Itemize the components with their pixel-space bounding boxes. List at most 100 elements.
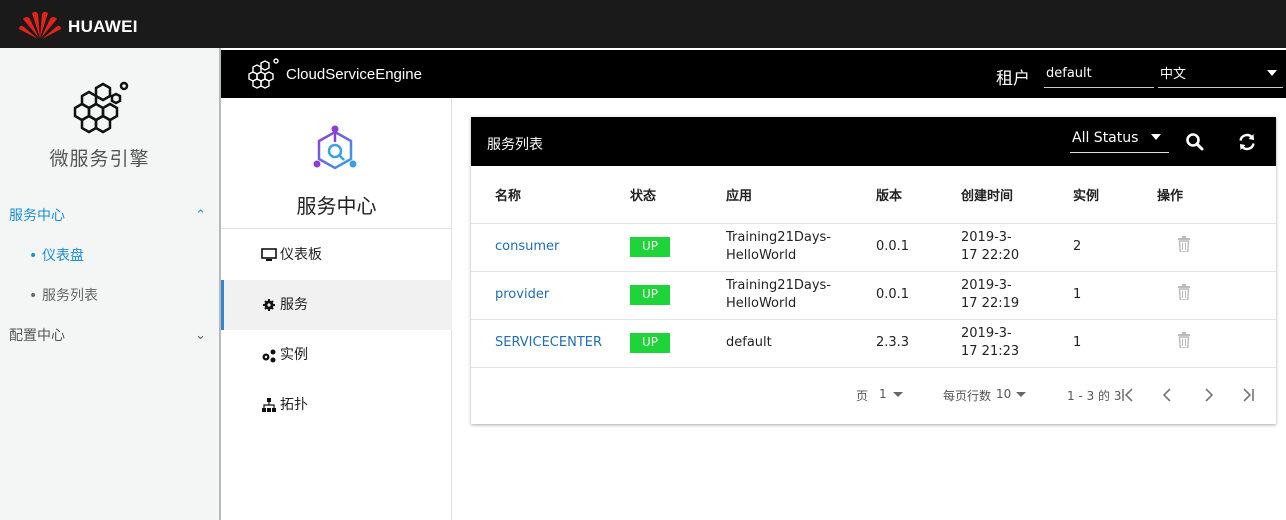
sidebar-item-label: 服务列表 — [42, 288, 98, 304]
trash-icon[interactable] — [1177, 284, 1191, 300]
sidebar-group-label: 配置中心 — [9, 328, 65, 344]
refresh-icon[interactable] — [1237, 132, 1257, 152]
app-name-line1: Training21Days- — [726, 278, 831, 293]
next-page-icon[interactable] — [1201, 387, 1215, 403]
bullet-icon: • — [29, 288, 38, 304]
language-value: 中文 — [1160, 67, 1187, 82]
status-badge: UP — [630, 237, 670, 257]
sidebar-item-service-list[interactable]: • 服务列表 — [0, 276, 219, 316]
service-center-subnav: 服务中心 仪表板 服务 实例 拓扑 — [221, 98, 452, 520]
instances-cell: 1 — [1073, 271, 1157, 320]
subnav-title: 服务中心 — [296, 194, 377, 218]
caret-down-icon — [1151, 134, 1161, 140]
column-header-actions: 操作 — [1157, 166, 1276, 224]
service-list-panel: 服务列表 All Status 名称 状态 应用 版本 创建时间 实例 操作 c… — [471, 117, 1276, 424]
caret-down-icon — [1267, 70, 1277, 76]
trash-icon[interactable] — [1177, 332, 1191, 348]
rows-per-page-select[interactable]: 10 — [996, 387, 1011, 401]
page-select[interactable]: 1 — [879, 387, 887, 401]
panel-header: 服务列表 All Status — [471, 117, 1276, 166]
gears-icon — [262, 349, 276, 363]
instances-cell: 1 — [1073, 319, 1157, 368]
column-header-name[interactable]: 名称 — [471, 166, 630, 224]
column-header-status[interactable]: 状态 — [630, 166, 726, 224]
subnav-item-label: 仪表板 — [280, 247, 322, 263]
sidebar-title: 微服务引擎 — [49, 148, 150, 170]
service-center-icon — [313, 125, 357, 170]
version-cell: 0.0.1 — [876, 271, 961, 320]
version-cell: 2.3.3 — [876, 319, 961, 368]
tenant-input[interactable]: default — [1044, 64, 1154, 88]
caret-down-icon[interactable] — [1016, 392, 1026, 397]
cse-app-name: CloudServiceEngine — [286, 66, 422, 83]
page-label: 页 — [856, 389, 869, 403]
first-page-icon[interactable] — [1121, 387, 1135, 403]
instances-cell: 2 — [1073, 223, 1157, 272]
bullet-icon: • — [29, 248, 38, 264]
table-row: provider UP Training21Days- HelloWorld 0.… — [471, 271, 1276, 320]
huawei-topbar: HUAWEI — [0, 0, 1286, 48]
sitemap-icon — [262, 398, 276, 412]
services-table: 名称 状态 应用 版本 创建时间 实例 操作 consumer UP Train… — [471, 166, 1276, 368]
table-row: SERVICECENTER UP default 2.3.3 2019-3- 17… — [471, 319, 1276, 368]
column-header-app[interactable]: 应用 — [726, 166, 876, 224]
created-line1: 2019-3- — [961, 326, 1012, 341]
search-icon[interactable] — [1185, 132, 1205, 152]
sidebar-menu: 服务中心 ⌃ • 仪表盘 • 服务列表 配置中心 ⌄ — [0, 196, 219, 356]
trash-icon[interactable] — [1177, 236, 1191, 252]
caret-down-icon[interactable] — [893, 392, 903, 397]
service-name-link[interactable]: provider — [495, 287, 549, 302]
cse-logo-icon — [248, 58, 279, 89]
column-header-instances[interactable]: 实例 — [1073, 166, 1157, 224]
created-line2: 17 22:20 — [961, 248, 1020, 263]
version-cell: 0.0.1 — [876, 223, 961, 272]
status-filter-select[interactable]: All Status — [1070, 127, 1169, 153]
tenant-label: 租户 — [996, 69, 1030, 89]
status-badge: UP — [630, 333, 670, 353]
service-name-link[interactable]: consumer — [495, 239, 559, 254]
huawei-logo-icon — [19, 11, 61, 39]
subnav-item-topology[interactable]: 拓扑 — [221, 380, 452, 430]
subnav-item-services[interactable]: 服务 — [221, 280, 452, 330]
app-name-line2: HelloWorld — [726, 296, 797, 311]
created-line2: 17 22:19 — [961, 296, 1020, 311]
status-badge: UP — [630, 285, 670, 305]
table-row: consumer UP Training21Days- HelloWorld 0.… — [471, 223, 1276, 272]
app-name-line2: HelloWorld — [726, 248, 797, 263]
subnav-item-instances[interactable]: 实例 — [221, 330, 452, 380]
sidebar-item-dashboard[interactable]: • 仪表盘 — [0, 236, 219, 276]
pagination-bar: 页 1 每页行数 10 1 - 3 的 3 — [471, 375, 1276, 415]
sidebar-item-label: 仪表盘 — [42, 248, 84, 264]
prev-page-icon[interactable] — [1161, 387, 1175, 403]
huawei-brand-text: HUAWEI — [68, 17, 138, 36]
main-content: 服务列表 All Status 名称 状态 应用 版本 创建时间 实例 操作 c… — [453, 98, 1286, 520]
chevron-up-icon: ⌃ — [195, 208, 206, 223]
sidebar-group-service-center[interactable]: 服务中心 ⌃ — [0, 196, 219, 236]
subnav-header: 服务中心 — [221, 98, 452, 229]
created-line2: 17 21:23 — [961, 344, 1020, 359]
cse-header: CloudServiceEngine 租户 default 中文 — [221, 50, 1286, 98]
created-line1: 2019-3- — [961, 230, 1012, 245]
gear-icon — [263, 299, 275, 311]
app-name-line1: Training21Days- — [726, 230, 831, 245]
subnav-item-dashboard[interactable]: 仪表板 — [221, 230, 452, 280]
last-page-icon[interactable] — [1241, 387, 1255, 403]
column-header-created[interactable]: 创建时间 — [961, 166, 1073, 224]
subnav-item-label: 服务 — [280, 297, 308, 313]
rows-per-page-label: 每页行数 — [943, 389, 992, 403]
hexagon-cluster-icon — [73, 81, 129, 134]
chevron-down-icon: ⌄ — [195, 328, 206, 343]
sidebar-group-label: 服务中心 — [9, 208, 65, 224]
column-header-version[interactable]: 版本 — [876, 166, 961, 224]
created-line1: 2019-3- — [961, 278, 1012, 293]
status-filter-value: All Status — [1072, 130, 1139, 146]
left-sidebar: 微服务引擎 服务中心 ⌃ • 仪表盘 • 服务列表 配置中心 ⌄ — [0, 48, 219, 520]
panel-title: 服务列表 — [487, 137, 543, 153]
language-select[interactable]: 中文 — [1158, 64, 1283, 88]
service-name-link[interactable]: SERVICECENTER — [495, 335, 602, 350]
sidebar-group-config-center[interactable]: 配置中心 ⌄ — [0, 316, 219, 356]
table-header-row: 名称 状态 应用 版本 创建时间 实例 操作 — [471, 166, 1276, 224]
subnav-item-label: 拓扑 — [280, 397, 308, 413]
sidebar-header: 微服务引擎 — [0, 48, 219, 196]
subnav-item-label: 实例 — [280, 347, 308, 363]
